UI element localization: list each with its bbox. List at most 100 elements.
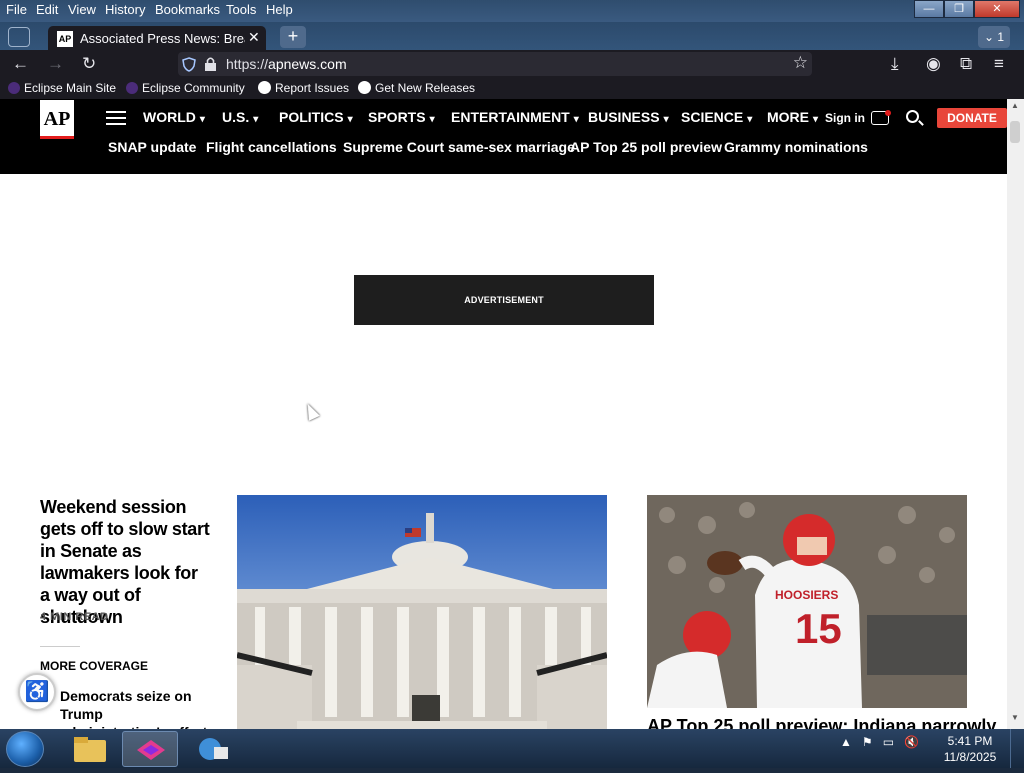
nav-business[interactable]: BUSINESS ▾ [588,109,669,125]
bookmark-report-issues[interactable]: Report Issues [258,81,349,95]
nav-politics[interactable]: POLITICS ▾ [279,109,353,125]
bookmark-eclipse-main[interactable]: Eclipse Main Site [8,81,116,95]
more-coverage-link[interactable]: Democrats seize on Trump administration'… [60,687,210,729]
volume-muted-icon[interactable]: 🔇 [904,735,919,749]
menu-tools[interactable]: Tools [226,2,256,17]
start-button[interactable] [6,731,44,767]
tab-close-icon[interactable]: ✕ [248,29,260,46]
trending-link-supreme-court[interactable]: Supreme Court same-sex marriage [343,139,575,155]
scroll-thumb[interactable] [1010,121,1020,143]
mouse-cursor [302,401,320,421]
tab-overview-icon[interactable] [8,27,30,47]
divider [40,646,80,647]
downloads-icon[interactable]: ⤓ [891,54,899,74]
network-app-taskbar-icon[interactable] [184,731,240,767]
trending-link-ap-top25[interactable]: AP Top 25 poll preview [570,139,722,155]
donate-button[interactable]: DONATE [937,108,1007,128]
bookmarks-toolbar: Eclipse Main Site Eclipse Community Repo… [0,78,1024,99]
trending-link-snap[interactable]: SNAP update [108,139,196,155]
menu-help[interactable]: Help [266,2,293,17]
scroll-up-icon[interactable]: ▲ [1011,101,1019,110]
lead-headline[interactable]: Weekend session gets off to slow start i… [40,496,212,628]
tab-apnews[interactable]: AP Associated Press News: Breaking ✕ [48,26,266,52]
chevron-down-icon: ▾ [663,114,669,125]
page-scrollbar[interactable]: ▲ ▼ [1007,99,1024,729]
eclipse-icon [8,82,20,94]
football-player-image[interactable]: HOOSIERS 15 [647,495,967,708]
url-domain: apnews.com [268,56,347,72]
tab-title: Associated Press News: Breaking [80,31,245,46]
system-tray: ▲ ⚑ ▭ 🔇 [840,735,919,749]
jersey-text: HOOSIERS [775,588,838,602]
nav-us[interactable]: U.S. ▾ [222,109,258,125]
advertisement[interactable]: ADVERTISEMENT [354,275,654,325]
menu-bookmarks[interactable]: Bookmarks [155,2,220,17]
network-icon[interactable]: ▭ [883,735,894,749]
back-icon[interactable]: ← [12,54,29,74]
ap-favicon-icon: AP [57,31,73,47]
menu-view[interactable]: View [68,2,96,17]
chevron-down-icon: ▾ [573,114,579,125]
bookmark-star-icon[interactable]: ☆ [793,53,808,73]
account-icon[interactable]: ◉ [926,54,941,74]
scroll-down-icon[interactable]: ▼ [1011,713,1019,722]
menu-bar: File Edit View History Bookmarks Tools H… [0,0,1024,22]
clock-time: 5:41 PM [947,734,993,748]
show-desktop-button[interactable] [1010,729,1024,768]
site-header: AP WORLD ▾ U.S. ▾ POLITICS ▾ SPORTS ▾ ENTERT… [0,99,1007,174]
list-all-tabs-button[interactable]: ⌄ 1 [978,26,1010,48]
tab-strip: AP Associated Press News: Breaking ✕ + ⌄… [0,22,1024,52]
url-bar[interactable]: https://apnews.com ☆ [178,52,812,76]
more-coverage-label: MORE COVERAGE [40,659,149,673]
bookmark-eclipse-community[interactable]: Eclipse Community [126,81,245,95]
github-icon [258,81,271,94]
jersey-number: 15 [795,605,842,652]
notification-dot [885,110,891,116]
trending-link-flights[interactable]: Flight cancellations [206,139,337,155]
maximize-button[interactable]: ❐ [944,0,974,18]
bookmark-get-new-releases[interactable]: Get New Releases [358,81,475,95]
taskbar: ▲ ⚑ ▭ 🔇 5:41 PM 11/8/2025 [0,729,1024,768]
chevron-down-icon: ▾ [429,114,435,125]
capitol-building-image[interactable] [237,495,607,729]
browser-taskbar-icon[interactable] [122,731,178,767]
close-window-button[interactable]: ✕ [974,0,1020,18]
chevron-down-icon: ▾ [347,114,353,125]
hamburger-menu-icon[interactable] [106,111,126,125]
chevron-down-icon: ▾ [747,114,753,125]
nav-sports[interactable]: SPORTS ▾ [368,109,435,125]
clock[interactable]: 5:41 PM 11/8/2025 [940,733,1000,765]
trending-link-grammy[interactable]: Grammy nominations [724,139,868,155]
nav-entertainment[interactable]: ENTERTAINMENT ▾ [451,109,579,125]
forward-icon[interactable]: → [47,54,64,74]
minimize-button[interactable]: — [914,0,944,18]
search-icon[interactable] [906,110,919,123]
nav-world[interactable]: WORLD ▾ [143,109,205,125]
extensions-icon[interactable]: ⧉ [960,54,972,74]
chevron-down-icon: ▾ [253,114,259,125]
action-center-flag-icon[interactable]: ⚑ [862,735,873,749]
side-story-headline[interactable]: AP Top 25 poll preview: Indiana narrowly [647,716,996,729]
show-hidden-icons[interactable]: ▲ [840,735,852,749]
eclipse-icon [126,82,138,94]
menu-history[interactable]: History [105,2,145,17]
menu-file[interactable]: File [6,2,27,17]
menu-edit[interactable]: Edit [36,2,58,17]
nav-more[interactable]: MORE ▾ [767,109,818,125]
file-explorer-taskbar-icon[interactable] [62,731,118,767]
url-text: https://apnews.com [226,56,347,72]
new-tab-button[interactable]: + [280,26,306,48]
nav-science[interactable]: SCIENCE ▾ [681,109,752,125]
chevron-down-icon: ▾ [199,114,205,125]
reload-icon[interactable]: ↻ [82,54,96,74]
web-page: AP WORLD ▾ U.S. ▾ POLITICS ▾ SPORTS ▾ ENTERT… [0,99,1007,729]
sign-in-link[interactable]: Sign in [825,111,865,125]
accessibility-icon[interactable]: ♿ [18,673,56,711]
shield-icon[interactable] [182,57,196,72]
read-time: 4 MIN READ [40,611,109,623]
window-controls: — ❐ ✕ [914,0,1020,18]
app-menu-icon[interactable]: ≡ [994,54,1004,74]
ap-logo[interactable]: AP [40,100,74,139]
github-icon [358,81,371,94]
lock-icon[interactable] [204,56,217,72]
